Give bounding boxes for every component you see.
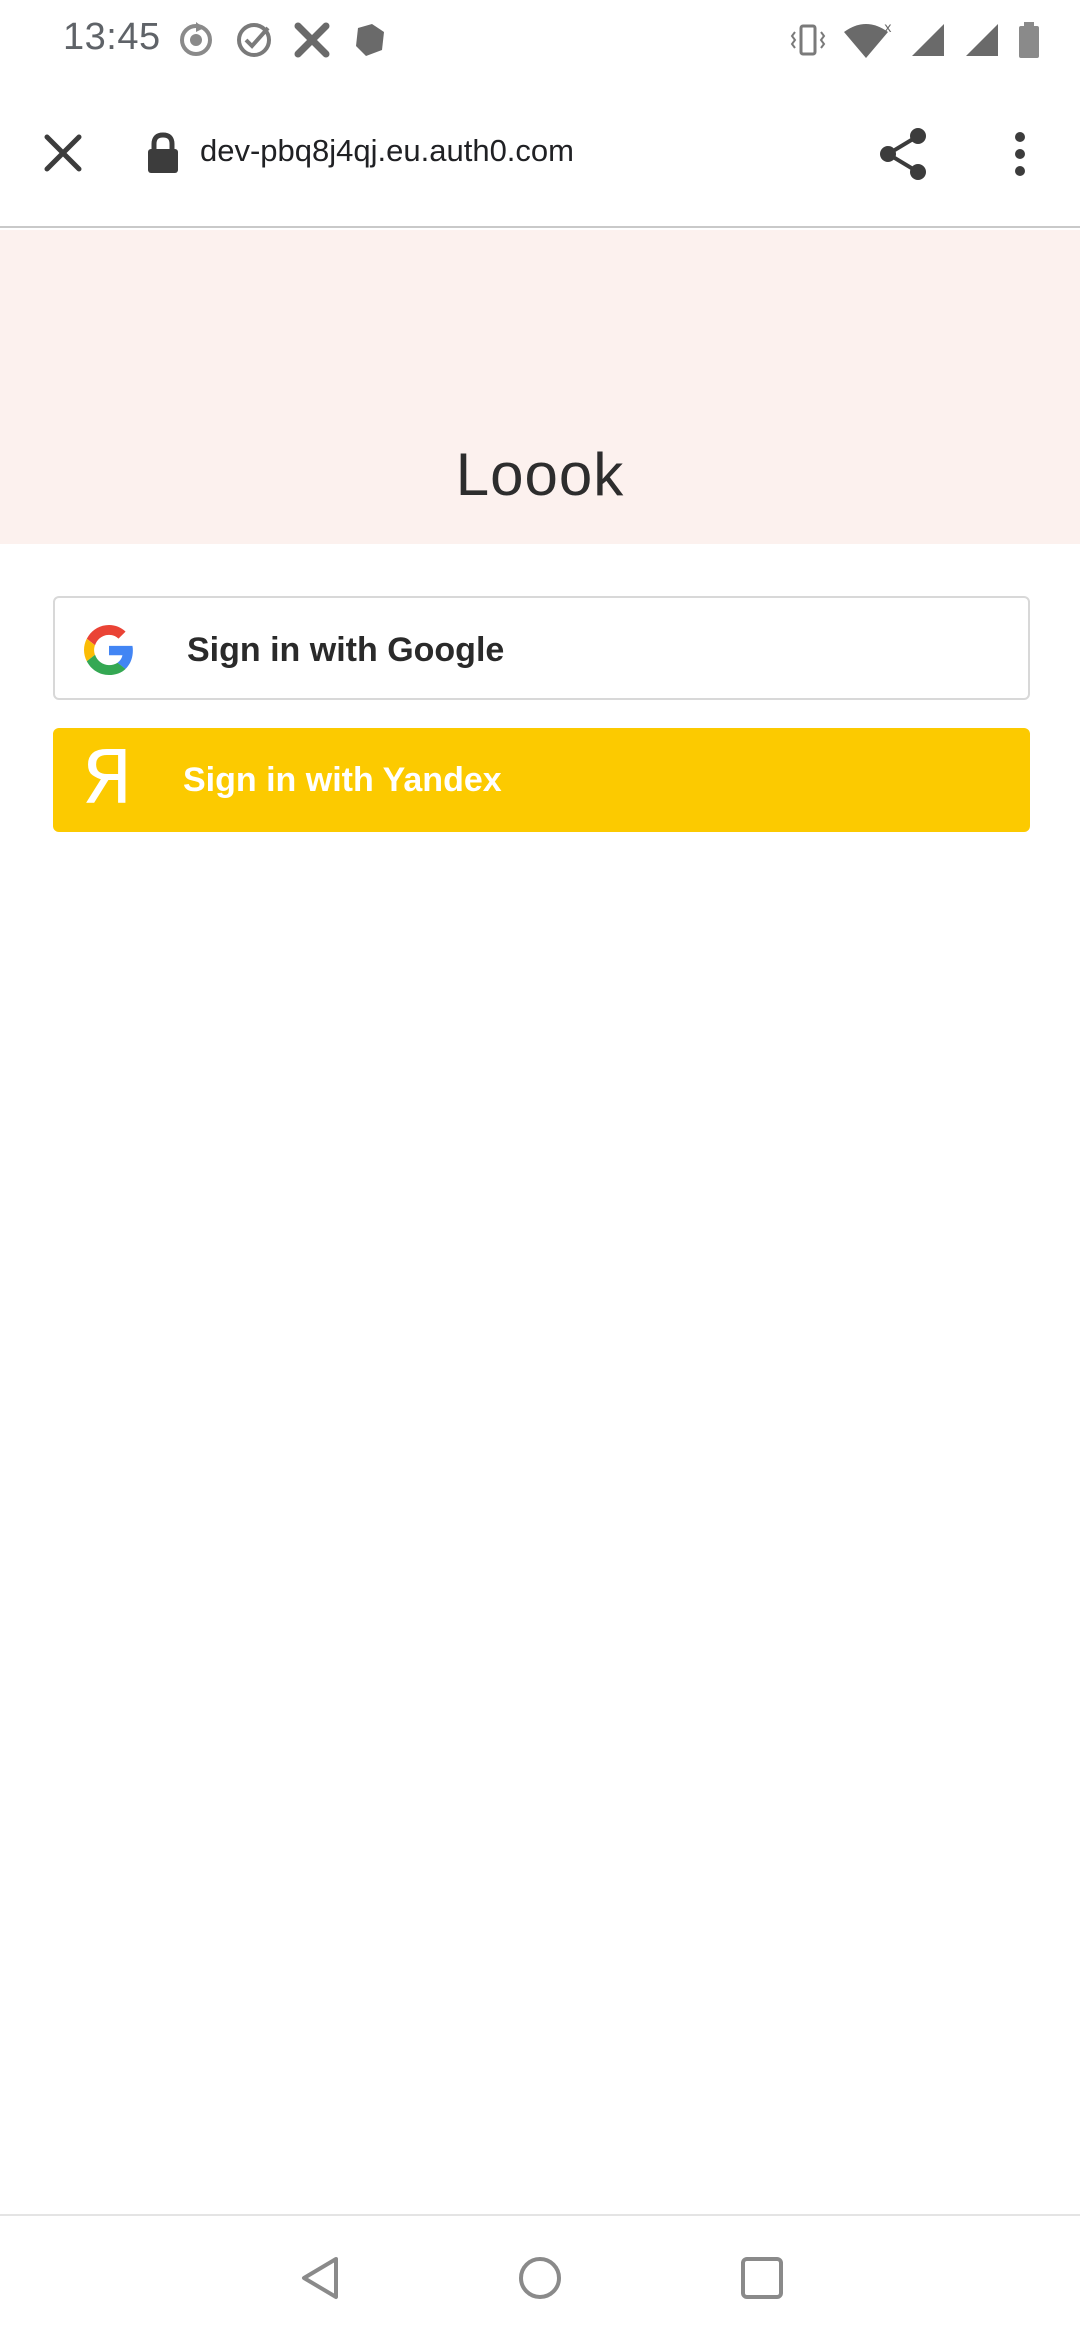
recents-icon [741,2257,783,2299]
wifi-badge: x [884,21,892,36]
back-icon [302,2257,338,2299]
share-button[interactable] [872,122,936,186]
sign-in-yandex-button[interactable]: Я Sign in with Yandex [53,728,1030,832]
lock-icon [148,132,178,173]
signal-icon [912,24,944,56]
battery-icon [1019,22,1039,58]
more-options-button[interactable] [990,122,1050,186]
sign-in-google-label: Sign in with Google [187,631,505,669]
share-icon [880,128,926,180]
sign-in-yandex-label: Sign in with Yandex [183,761,502,799]
google-icon [79,620,139,680]
close-button[interactable] [30,120,96,186]
shield-icon [356,24,384,56]
recents-button[interactable] [730,2246,794,2310]
back-button[interactable] [288,2246,352,2310]
home-icon [519,2257,561,2299]
url-text[interactable]: dev-pbq8j4qj.eu.auth0.com [200,133,574,169]
system-nav-bar [0,2214,1080,2340]
custom-tab-toolbar: dev-pbq8j4qj.eu.auth0.com [0,80,1080,228]
sign-in-google-button[interactable]: Sign in with Google [53,596,1030,700]
yandex-glyph: Я [81,735,133,821]
signal-icon [966,24,998,56]
vibrate-icon [790,24,826,56]
check-circle-icon [237,23,271,57]
app-title: Loook [455,441,625,508]
system-status-icons: x [788,18,1042,62]
home-button[interactable] [508,2246,572,2310]
sync-icon [180,22,212,56]
close-icon [44,134,82,172]
more-vert-icon [1015,132,1025,176]
login-header: Loook [0,230,1080,544]
wifi-icon: x [844,21,892,58]
notification-icons [176,18,390,62]
yandex-icon: Я [77,741,137,815]
status-time: 13:45 [63,16,161,58]
status-bar: 13:45 x [0,0,1080,80]
tools-icon [294,22,330,58]
